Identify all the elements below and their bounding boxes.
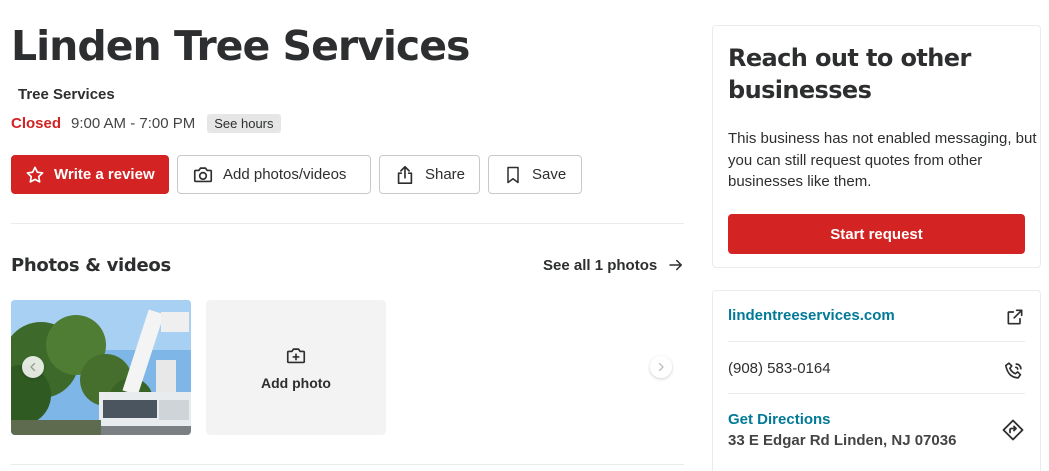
section-divider — [11, 223, 684, 224]
chevron-left-icon — [30, 362, 36, 372]
website-link[interactable]: lindentreeservices.com — [728, 307, 1025, 324]
add-photo-icon — [286, 347, 306, 363]
action-bar: Write a review Add photos/videos Share S… — [11, 155, 590, 194]
address-text: 33 E Edgar Rd Linden, NJ 07036 — [728, 432, 957, 449]
business-category-link[interactable]: Tree Services — [18, 86, 115, 103]
see-hours-button[interactable]: See hours — [207, 114, 281, 133]
status-closed-label: Closed — [11, 115, 62, 132]
reach-out-card: Reach out to other businesses This busin… — [712, 25, 1041, 268]
external-link-icon[interactable] — [1005, 307, 1025, 327]
write-review-button[interactable]: Write a review — [11, 155, 169, 194]
see-all-label: See all 1 photos — [543, 256, 658, 274]
business-hours-status: Closed 9:00 AM - 7:00 PM See hours — [11, 114, 281, 133]
add-photos-button[interactable]: Add photos/videos — [177, 155, 371, 194]
share-icon — [397, 165, 413, 184]
start-request-button[interactable]: Start request — [728, 214, 1025, 254]
section-divider-bottom — [11, 464, 684, 465]
add-photo-tile[interactable]: Add photo — [206, 300, 386, 435]
chevron-right-icon — [658, 362, 664, 372]
contact-card: lindentreeservices.com (908) 583-0164 Ge… — [712, 290, 1041, 471]
camera-icon — [193, 166, 213, 182]
reach-out-text: This business has not enabled messaging,… — [728, 130, 1037, 190]
arrow-right-icon — [669, 259, 683, 271]
business-title: Linden Tree Services — [11, 22, 470, 70]
carousel-next-button[interactable] — [650, 356, 672, 378]
share-label: Share — [424, 166, 465, 183]
bookmark-icon — [507, 166, 519, 183]
phone-row: (908) 583-0164 — [728, 360, 1025, 379]
add-photos-label: Add photos/videos — [223, 166, 347, 183]
write-review-label: Write a review — [54, 166, 155, 183]
get-directions-link[interactable]: Get Directions — [728, 411, 1025, 428]
phone-number: (908) 583-0164 — [728, 360, 831, 377]
contact-divider — [728, 393, 1025, 394]
save-button[interactable]: Save — [488, 155, 582, 194]
save-label: Save — [532, 166, 567, 183]
contact-divider — [728, 341, 1025, 342]
photos-section-title: Photos & videos — [11, 255, 171, 276]
website-row: lindentreeservices.com — [728, 307, 1025, 327]
reach-out-title: Reach out to other businesses — [728, 44, 971, 104]
see-all-photos-link[interactable]: See all 1 photos — [543, 256, 685, 274]
directions-icon[interactable] — [1001, 418, 1025, 442]
star-icon — [26, 166, 44, 183]
add-photo-label: Add photo — [261, 374, 331, 391]
carousel-prev-button[interactable] — [22, 356, 44, 378]
hours-text: 9:00 AM - 7:00 PM — [71, 115, 196, 132]
phone-icon[interactable] — [1003, 360, 1025, 382]
share-button[interactable]: Share — [379, 155, 480, 194]
directions-row: Get Directions 33 E Edgar Rd Linden, NJ … — [728, 411, 1025, 449]
